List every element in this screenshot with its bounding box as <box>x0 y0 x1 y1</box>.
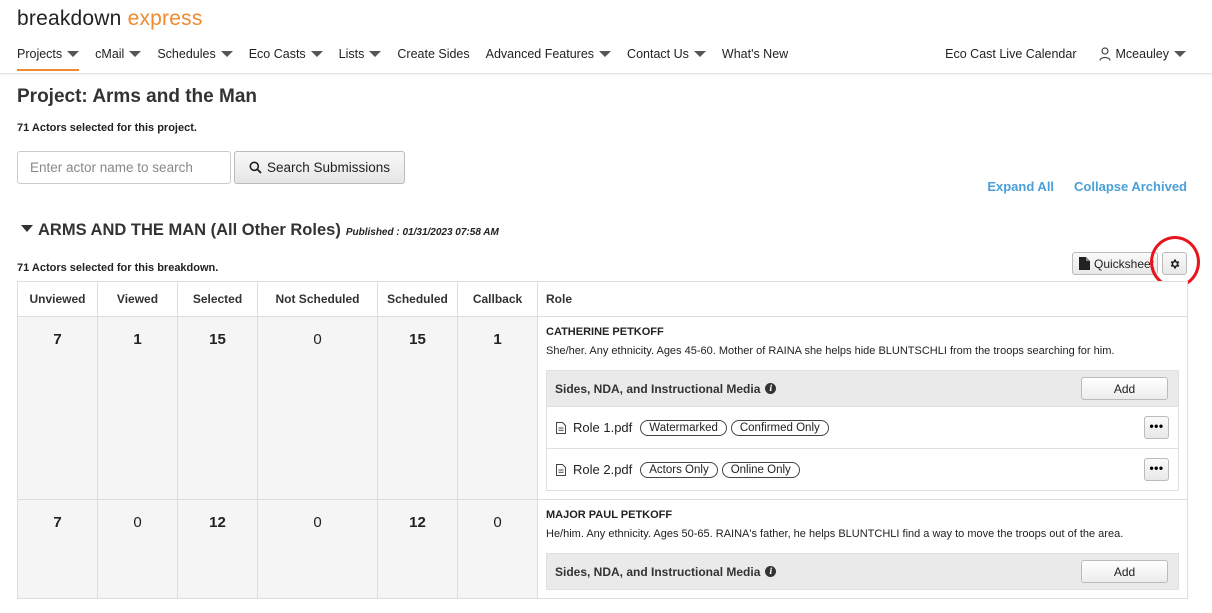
selected-count[interactable]: 12 <box>177 499 258 599</box>
breakdown-actors-count: 71 Actors selected for this breakdown. <box>17 262 219 274</box>
roles-table: Unviewed Viewed Selected Not Scheduled S… <box>17 281 1188 599</box>
sides-label: Sides, NDA, and Instructional Media <box>555 381 761 396</box>
sides-label: Sides, NDA, and Instructional Media <box>555 564 761 579</box>
file-name[interactable]: Role 2.pdf <box>573 462 632 477</box>
published-date: Published : 01/31/2023 07:58 AM <box>345 227 499 238</box>
role-description: He/him. Any ethnicity. Ages 50-65. RAINA… <box>546 528 1124 540</box>
expand-collapse-links: Expand All Collapse Archived <box>967 179 1187 194</box>
sides-header: Sides, NDA, and Instructional Media i Add <box>547 554 1178 589</box>
nav-cmail[interactable]: cMail <box>95 46 142 62</box>
caret-down-icon <box>310 51 323 57</box>
file-icon <box>556 421 566 434</box>
info-icon[interactable]: i <box>765 383 777 394</box>
scheduled-count[interactable]: 15 <box>377 316 458 500</box>
caret-down-icon <box>693 51 706 57</box>
role-name: MAJOR PAUL PETKOFF <box>546 509 673 521</box>
col-scheduled[interactable]: Scheduled <box>377 281 458 317</box>
tag-confirmed-only: Confirmed Only <box>730 419 829 436</box>
tag-watermarked: Watermarked <box>640 419 727 436</box>
nav-contact-us[interactable]: Contact Us <box>627 46 706 62</box>
project-actors-count: 71 Actors selected for this project. <box>17 122 197 134</box>
col-viewed[interactable]: Viewed <box>97 281 178 317</box>
sides-panel: Sides, NDA, and Instructional Media i Add… <box>546 370 1179 491</box>
main-nav: Projects cMail Schedules Eco Casts Lists… <box>17 46 804 71</box>
table-header-row: Unviewed Viewed Selected Not Scheduled S… <box>17 281 1188 317</box>
not-scheduled-count[interactable]: 0 <box>257 316 378 500</box>
nav-lists[interactable]: Lists <box>339 46 382 62</box>
search-icon <box>249 161 262 174</box>
gear-icon <box>1170 259 1179 268</box>
more-options-button[interactable]: ••• <box>1144 416 1169 439</box>
role-description: She/her. Any ethnicity. Ages 45-60. Moth… <box>546 345 1115 357</box>
table-row: 7 1 15 0 15 1 CATHERINE PETKOFF She/her.… <box>17 316 1188 500</box>
user-menu[interactable]: Mceauley <box>1098 46 1186 62</box>
col-selected[interactable]: Selected <box>177 281 258 317</box>
document-icon <box>1079 257 1090 270</box>
actor-search-input[interactable] <box>17 151 231 184</box>
nav-projects[interactable]: Projects <box>17 46 80 71</box>
tag-actors-only: Actors Only <box>640 461 718 478</box>
caret-down-icon <box>67 51 80 57</box>
add-sides-button[interactable]: Add <box>1081 560 1168 583</box>
page-title: Project: Arms and the Man <box>17 86 258 107</box>
sides-header: Sides, NDA, and Instructional Media i Add <box>547 371 1178 406</box>
caret-down-icon <box>129 51 142 57</box>
scheduled-count[interactable]: 12 <box>377 499 458 599</box>
file-name[interactable]: Role 1.pdf <box>573 420 632 435</box>
nav-whats-new[interactable]: What's New <box>722 46 788 62</box>
selected-count[interactable]: 15 <box>177 316 258 500</box>
nav-create-sides[interactable]: Create Sides <box>397 46 469 62</box>
file-row: Role 2.pdf Actors Only Online Only ••• <box>547 448 1178 490</box>
col-unviewed[interactable]: Unviewed <box>17 281 98 317</box>
info-icon[interactable]: i <box>765 566 777 577</box>
breakdown-name: ARMS AND THE MAN (All Other Roles) <box>38 221 341 239</box>
table-row: 7 0 12 0 12 0 MAJOR PAUL PETKOFF He/him.… <box>17 499 1188 599</box>
add-sides-button[interactable]: Add <box>1081 377 1168 400</box>
viewed-count[interactable]: 1 <box>97 316 178 500</box>
unviewed-count[interactable]: 7 <box>17 316 98 500</box>
nav-advanced-features[interactable]: Advanced Features <box>486 46 612 62</box>
col-callback[interactable]: Callback <box>457 281 538 317</box>
nav-eco-casts[interactable]: Eco Casts <box>249 46 323 62</box>
file-icon <box>556 463 566 476</box>
file-row: Role 1.pdf Watermarked Confirmed Only ••… <box>547 406 1178 448</box>
callback-count[interactable]: 1 <box>457 316 538 500</box>
sides-panel: Sides, NDA, and Instructional Media i Add <box>546 553 1179 590</box>
col-not-scheduled[interactable]: Not Scheduled <box>257 281 378 317</box>
search-submissions-button[interactable]: Search Submissions <box>234 151 405 184</box>
settings-gear-button[interactable] <box>1162 252 1187 275</box>
role-name: CATHERINE PETKOFF <box>546 326 664 338</box>
nav-right: Eco Cast Live Calendar Mceauley <box>923 46 1186 62</box>
callback-count[interactable]: 0 <box>457 499 538 599</box>
caret-down-icon <box>1174 51 1186 57</box>
viewed-count[interactable]: 0 <box>97 499 178 599</box>
tag-online-only: Online Only <box>721 461 800 478</box>
collapse-archived-link[interactable]: Collapse Archived <box>1074 179 1187 194</box>
nav-eco-cast-live-calendar[interactable]: Eco Cast Live Calendar <box>945 46 1076 62</box>
col-role: Role <box>537 281 1188 317</box>
breakdown-header[interactable]: ARMS AND THE MAN (All Other Roles) Publi… <box>21 221 499 240</box>
role-cell: CATHERINE PETKOFF She/her. Any ethnicity… <box>537 316 1188 500</box>
unviewed-count[interactable]: 7 <box>17 499 98 599</box>
nav-schedules[interactable]: Schedules <box>157 46 233 62</box>
not-scheduled-count[interactable]: 0 <box>257 499 378 599</box>
collapse-triangle-icon[interactable] <box>21 225 33 232</box>
user-icon <box>1098 47 1111 61</box>
brand-logo[interactable]: breakdown express <box>17 7 203 31</box>
caret-down-icon <box>220 51 233 57</box>
caret-down-icon <box>599 51 612 57</box>
caret-down-icon <box>369 51 382 57</box>
role-cell: MAJOR PAUL PETKOFF He/him. Any ethnicity… <box>537 499 1188 599</box>
expand-all-link[interactable]: Expand All <box>987 179 1054 194</box>
quicksheet-button[interactable]: Quicksheet <box>1072 252 1158 275</box>
more-options-button[interactable]: ••• <box>1144 458 1169 481</box>
top-header: breakdown express Projects cMail Schedul… <box>0 0 1212 74</box>
